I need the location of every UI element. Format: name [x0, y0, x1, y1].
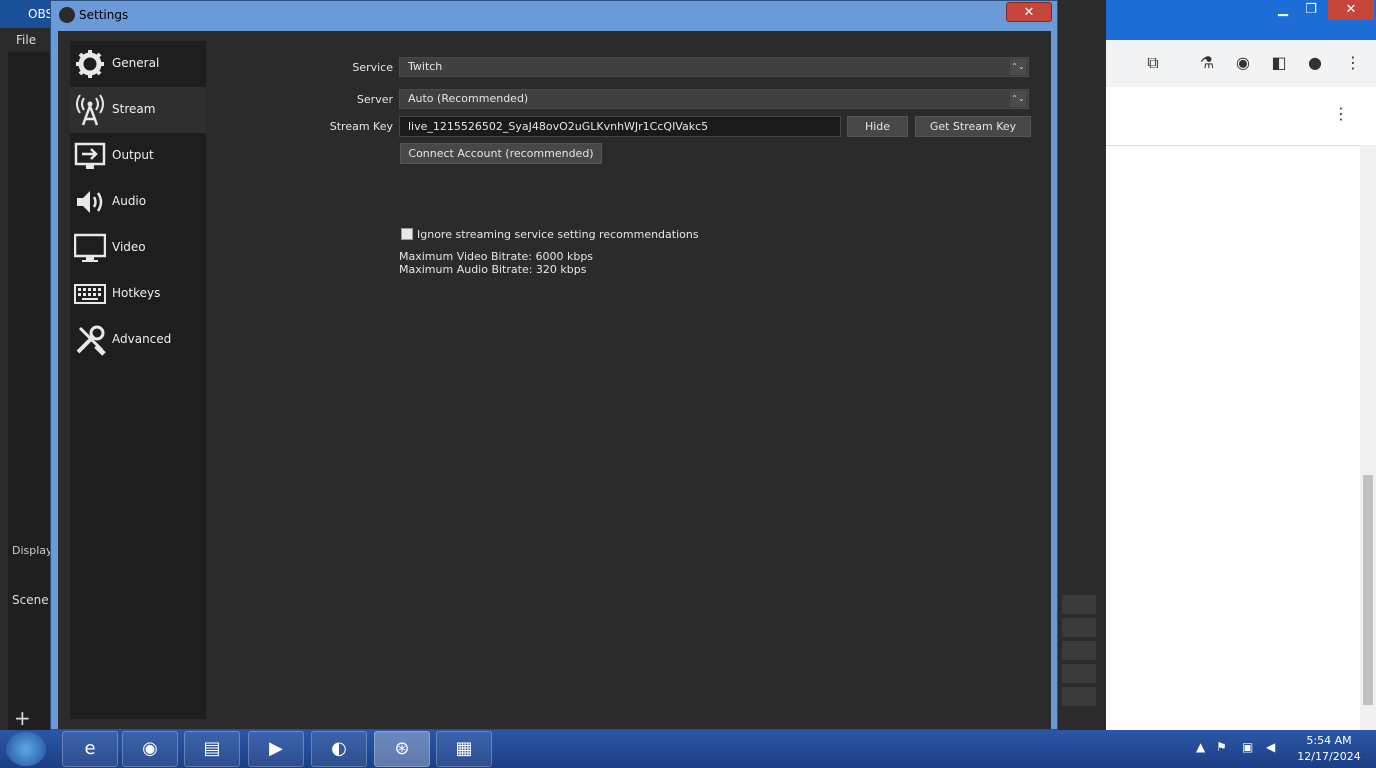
keyboard-icon	[74, 284, 106, 304]
obs-preview-area	[8, 52, 50, 730]
obs-icon	[59, 7, 75, 23]
nav-item-hotkeys[interactable]: Hotkeys	[70, 271, 206, 317]
server-select[interactable]: Auto (Recommended) ⌃⌄	[399, 89, 1029, 109]
gear-icon	[76, 50, 104, 78]
firefox-icon[interactable]: ◉	[122, 731, 178, 767]
nav-label-stream: Stream	[112, 102, 156, 116]
volume-icon[interactable]: ◀	[1266, 740, 1275, 754]
settings-sidebar: General Stream Output Audio Video Hotkey…	[70, 41, 206, 719]
nav-item-advanced[interactable]: Advanced	[70, 317, 206, 363]
nav-label-output: Output	[112, 148, 154, 162]
get-stream-key-button[interactable]: Get Stream Key	[915, 116, 1031, 137]
browser-scrollbar[interactable]	[1360, 145, 1376, 730]
chat-app-icon[interactable]: ◐	[311, 731, 367, 767]
plus-icon[interactable]: +	[14, 706, 31, 730]
network-icon[interactable]: ▣	[1242, 740, 1253, 754]
service-select[interactable]: Twitch ⌃⌄	[399, 57, 1029, 77]
nav-label-general: General	[112, 56, 160, 70]
speaker-icon	[77, 191, 103, 213]
nav-item-video[interactable]: Video	[70, 225, 206, 271]
settings-title: Settings	[79, 8, 129, 22]
stream-key-input[interactable]: live_1215526502_SyaJ48ovO2uGLKvnhWJr1CcQ…	[399, 116, 841, 137]
display-label: Display	[12, 544, 53, 557]
scene-label: Scene	[12, 593, 49, 607]
nav-item-general[interactable]: General	[70, 41, 206, 87]
service-label: Service	[352, 61, 393, 74]
menu-icon[interactable]: ⋮	[1342, 52, 1364, 74]
menu-file[interactable]: File	[8, 28, 53, 52]
broadcast-antenna-icon	[76, 94, 104, 126]
chevron-updown-icon: ⌃⌄	[1010, 59, 1026, 75]
nav-label-audio: Audio	[112, 194, 147, 208]
settings-body: General Stream Output Audio Video Hotkey…	[58, 31, 1051, 729]
nav-label-advanced: Advanced	[112, 332, 172, 346]
labs-icon[interactable]: ⚗	[1196, 52, 1218, 74]
close-button[interactable]: ✕	[1006, 2, 1052, 22]
taskbar: e ◉ ▤ ▶ ◐ ⊛ ▦ ▲ ⚑ ▣ ◀ 5:54 AM 12/17/2024	[0, 730, 1376, 768]
stream-key-label: Stream Key	[329, 120, 393, 133]
nav-label-hotkeys: Hotkeys	[112, 286, 161, 300]
menu-file-label: File	[16, 33, 37, 47]
minimize-icon[interactable]: ▁	[1270, 0, 1296, 20]
start-button[interactable]	[6, 732, 46, 766]
server-value: Auto (Recommended)	[408, 92, 529, 105]
wrench-screwdriver-icon	[76, 325, 106, 356]
nav-item-output[interactable]: Output	[70, 133, 206, 179]
list-item[interactable]	[1062, 687, 1096, 706]
monitor-icon	[74, 233, 106, 262]
maximize-icon[interactable]: ❐	[1298, 0, 1324, 20]
obs-icon[interactable]: ⊛	[374, 731, 430, 767]
chevron-updown-icon: ⌃⌄	[1010, 91, 1026, 107]
settings-titlebar: Settings ✕	[51, 1, 1057, 29]
nav-item-stream[interactable]: Stream	[70, 87, 206, 133]
file-explorer-icon[interactable]: ▤	[184, 731, 240, 767]
max-audio-bitrate: Maximum Audio Bitrate: 320 kbps	[399, 263, 587, 276]
control-panel-icon[interactable]: ▦	[436, 731, 492, 767]
extensions-icon[interactable]: ⧉	[1142, 52, 1164, 74]
sidepanel-icon[interactable]: ◧	[1268, 52, 1290, 74]
server-label: Server	[356, 93, 393, 106]
nav-label-video: Video	[112, 240, 146, 254]
more-options-icon[interactable]: ⋮	[1330, 103, 1352, 125]
browser-subbar: ⋮	[1106, 87, 1376, 146]
tray-arrow-icon[interactable]: ▲	[1196, 740, 1205, 754]
ignore-recommendations-label: Ignore streaming service setting recomme…	[417, 228, 699, 241]
internet-explorer-icon[interactable]: e	[62, 731, 118, 767]
clock-date[interactable]: 12/17/2024	[1294, 750, 1364, 763]
list-item[interactable]	[1062, 641, 1096, 660]
connect-account-button[interactable]: Connect Account (recommended)	[400, 143, 602, 164]
settings-dialog: Settings ✕ General Stream Output Audio V…	[50, 0, 1058, 730]
profile-icon[interactable]: ●	[1304, 52, 1326, 74]
vpn-icon[interactable]: ◉	[1232, 52, 1254, 74]
ignore-recommendations-checkbox[interactable]	[401, 228, 413, 240]
nav-item-audio[interactable]: Audio	[70, 179, 206, 225]
scroll-thumb[interactable]	[1363, 475, 1373, 705]
list-item[interactable]	[1062, 664, 1096, 683]
max-video-bitrate: Maximum Video Bitrate: 6000 kbps	[399, 250, 594, 263]
flag-icon[interactable]: ⚑	[1216, 740, 1227, 754]
hide-button[interactable]: Hide	[847, 116, 908, 137]
output-icon	[74, 142, 106, 169]
close-icon[interactable]: ✕	[1328, 0, 1374, 20]
media-player-icon[interactable]: ▶	[248, 731, 304, 767]
service-value: Twitch	[408, 60, 443, 73]
clock-time[interactable]: 5:54 AM	[1294, 734, 1364, 747]
list-item[interactable]	[1062, 595, 1096, 614]
list-item[interactable]	[1062, 618, 1096, 637]
